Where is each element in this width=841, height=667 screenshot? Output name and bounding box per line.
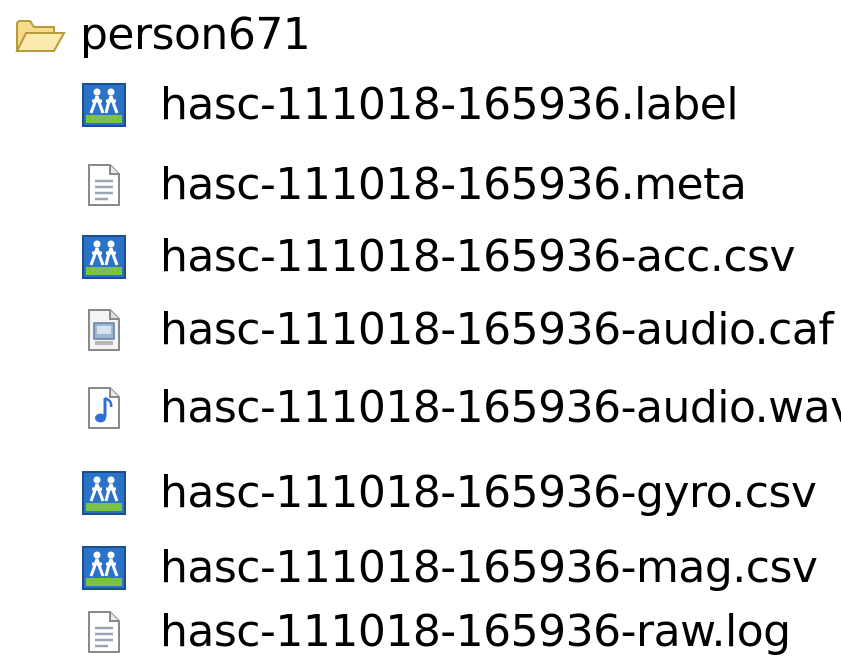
file-name: hasc-111018-165936.label [160, 79, 739, 130]
file-item[interactable]: hasc-111018-165936.label [78, 70, 739, 140]
file-name: hasc-111018-165936-acc.csv [160, 231, 796, 282]
file-item[interactable]: hasc-111018-165936.meta [78, 150, 747, 220]
text-document-icon [78, 606, 130, 658]
media-file-icon [78, 304, 130, 356]
file-name: hasc-111018-165936-mag.csv [160, 542, 818, 593]
file-name: hasc-111018-165936.meta [160, 159, 747, 210]
file-item[interactable]: hasc-111018-165936-audio.caf [78, 295, 834, 365]
file-name: hasc-111018-165936-audio.caf [160, 304, 834, 355]
file-item[interactable]: hasc-111018-165936-raw.log [78, 597, 791, 667]
folder-item-person671[interactable]: person671 [14, 0, 311, 70]
file-item[interactable]: hasc-111018-165936-audio.wav [78, 373, 841, 443]
file-item[interactable]: hasc-111018-165936-acc.csv [78, 222, 796, 292]
hasc-tool-icon [78, 231, 130, 283]
audio-file-icon [78, 382, 130, 434]
hasc-tool-icon [78, 467, 130, 519]
file-item[interactable]: hasc-111018-165936-mag.csv [78, 533, 818, 603]
hasc-tool-icon [78, 542, 130, 594]
file-name: hasc-111018-165936-raw.log [160, 606, 791, 657]
file-name: hasc-111018-165936-gyro.csv [160, 467, 817, 518]
text-document-icon [78, 159, 130, 211]
hasc-tool-icon [78, 79, 130, 131]
file-name: hasc-111018-165936-audio.wav [160, 382, 841, 433]
folder-label: person671 [80, 9, 311, 60]
file-tree: person671 hasc-111018-165936.label hasc-… [0, 0, 841, 667]
open-folder-icon [14, 9, 66, 61]
file-item[interactable]: hasc-111018-165936-gyro.csv [78, 458, 817, 528]
